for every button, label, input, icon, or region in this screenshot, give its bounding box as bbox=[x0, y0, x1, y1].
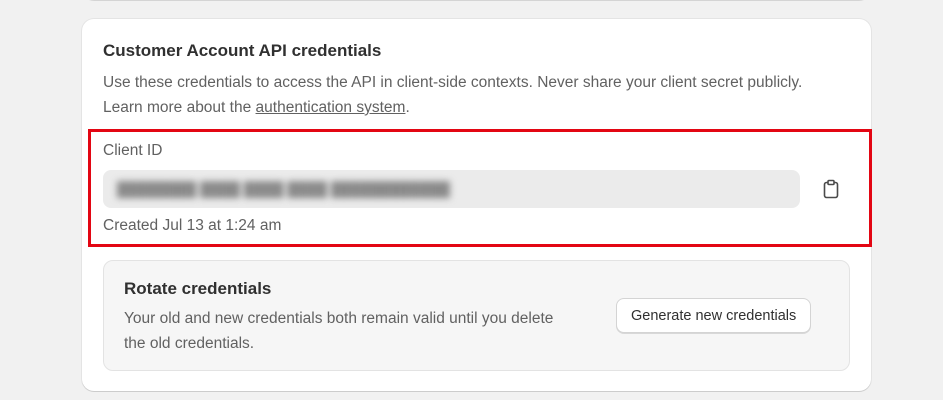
generate-new-credentials-button[interactable]: Generate new credentials bbox=[616, 298, 812, 333]
client-id-value-blurred: ████████ ████ ████ ████ ████████████ bbox=[117, 181, 450, 197]
copy-client-id-button[interactable] bbox=[818, 176, 844, 202]
rotate-description: Your old and new credentials both remain… bbox=[124, 310, 554, 352]
card-description: Use these credentials to access the API … bbox=[103, 70, 843, 120]
rotate-credentials-section: Rotate credentials Your old and new cred… bbox=[103, 260, 850, 371]
card-title: Customer Account API credentials bbox=[103, 41, 382, 60]
authentication-system-link[interactable]: authentication system bbox=[256, 99, 406, 116]
rotate-title: Rotate credentials bbox=[124, 279, 272, 298]
created-timestamp: Created Jul 13 at 1:24 am bbox=[103, 217, 282, 234]
clipboard-icon bbox=[823, 179, 839, 199]
description-text: Use these credentials to access the API … bbox=[103, 74, 803, 116]
client-id-field[interactable]: ████████ ████ ████ ████ ████████████ bbox=[103, 170, 800, 208]
description-end: . bbox=[405, 99, 410, 116]
credentials-card: Customer Account API credentials Use the… bbox=[82, 19, 872, 391]
client-id-label: Client ID bbox=[103, 142, 163, 159]
